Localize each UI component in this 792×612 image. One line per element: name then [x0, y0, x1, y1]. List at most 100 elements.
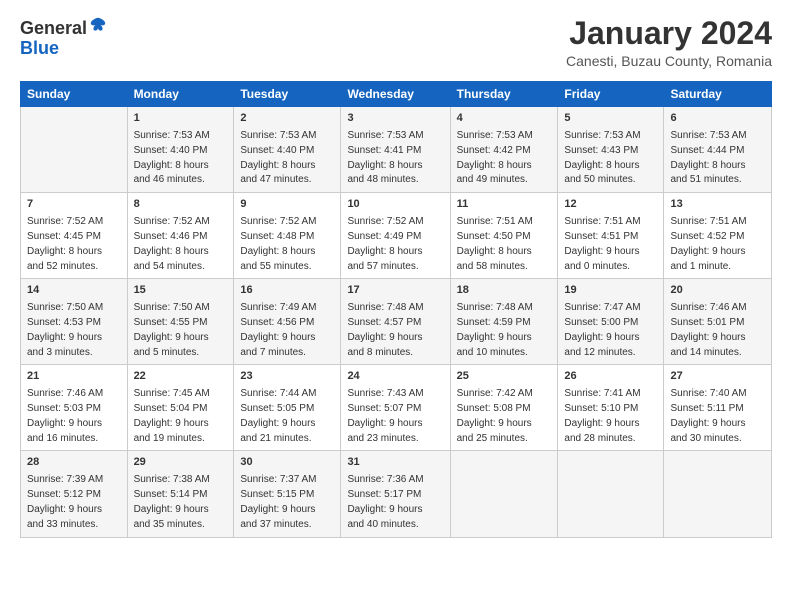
day-cell: 12Sunrise: 7:51 AM Sunset: 4:51 PM Dayli… [558, 193, 664, 279]
day-cell: 16 Sunrise: 7:49 AM Sunset: 4:56 PM Dayli… [234, 279, 341, 365]
day-cell: 21 Sunrise: 7:46 AM Sunset: 5:03 PM Dayli… [21, 365, 128, 451]
day-number: 29 [134, 455, 228, 471]
day-info: Sunrise: 7:45 AM Sunset: 5:04 PM Dayligh… [134, 388, 210, 443]
week-row-5: 28 Sunrise: 7:39 AM Sunset: 5:12 PM Dayli… [21, 451, 772, 537]
col-tuesday: Tuesday [234, 82, 341, 107]
day-info: Sunrise: 7:53 AM Sunset: 4:40 PM Dayligh… [134, 130, 210, 185]
day-number: 2 [240, 111, 334, 127]
day-number: 10 [347, 197, 443, 213]
day-info: Sunrise: 7:39 AM Sunset: 5:12 PM Dayligh… [27, 474, 103, 529]
day-number: 9 [240, 197, 334, 213]
header-row: Sunday Monday Tuesday Wednesday Thursday… [21, 82, 772, 107]
day-number: 4 [457, 111, 552, 127]
day-info: Sunrise: 7:51 AM Sunset: 4:50 PM Dayligh… [457, 216, 533, 271]
day-info: Sunrise: 7:48 AM Sunset: 4:57 PM Dayligh… [347, 302, 423, 357]
day-info: Sunrise: 7:36 AM Sunset: 5:17 PM Dayligh… [347, 474, 423, 529]
logo-bird-icon [89, 16, 107, 34]
day-cell: 26 Sunrise: 7:41 AM Sunset: 5:10 PM Dayli… [558, 365, 664, 451]
week-row-4: 21 Sunrise: 7:46 AM Sunset: 5:03 PM Dayli… [21, 365, 772, 451]
day-info: Sunrise: 7:37 AM Sunset: 5:15 PM Dayligh… [240, 474, 316, 529]
day-number: 20 [670, 283, 765, 299]
week-row-3: 14 Sunrise: 7:50 AM Sunset: 4:53 PM Dayli… [21, 279, 772, 365]
header: General Blue January 2024 Canesti, Buzau… [20, 16, 772, 69]
day-info: Sunrise: 7:44 AM Sunset: 5:05 PM Dayligh… [240, 388, 316, 443]
day-cell: 30 Sunrise: 7:37 AM Sunset: 5:15 PM Dayli… [234, 451, 341, 537]
day-info: Sunrise: 7:41 AM Sunset: 5:10 PM Dayligh… [564, 388, 640, 443]
day-cell: 2Sunrise: 7:53 AM Sunset: 4:40 PM Daylig… [234, 107, 341, 193]
col-wednesday: Wednesday [341, 82, 450, 107]
day-info: Sunrise: 7:51 AM Sunset: 4:51 PM Dayligh… [564, 216, 640, 271]
day-info: Sunrise: 7:46 AM Sunset: 5:03 PM Dayligh… [27, 388, 103, 443]
day-info: Sunrise: 7:53 AM Sunset: 4:41 PM Dayligh… [347, 130, 423, 185]
day-info: Sunrise: 7:52 AM Sunset: 4:48 PM Dayligh… [240, 216, 316, 271]
col-monday: Monday [127, 82, 234, 107]
day-number: 22 [134, 369, 228, 385]
day-cell: 19 Sunrise: 7:47 AM Sunset: 5:00 PM Dayli… [558, 279, 664, 365]
day-cell: 7 Sunrise: 7:52 AM Sunset: 4:45 PM Daylig… [21, 193, 128, 279]
day-number: 13 [670, 197, 765, 213]
week-row-2: 7 Sunrise: 7:52 AM Sunset: 4:45 PM Daylig… [21, 193, 772, 279]
day-number: 18 [457, 283, 552, 299]
day-cell: 25Sunrise: 7:42 AM Sunset: 5:08 PM Dayli… [450, 365, 558, 451]
logo: General Blue [20, 16, 107, 59]
day-info: Sunrise: 7:38 AM Sunset: 5:14 PM Dayligh… [134, 474, 210, 529]
day-number: 6 [670, 111, 765, 127]
day-cell: 14 Sunrise: 7:50 AM Sunset: 4:53 PM Dayli… [21, 279, 128, 365]
col-thursday: Thursday [450, 82, 558, 107]
day-number: 21 [27, 369, 121, 385]
day-cell: 5 Sunrise: 7:53 AM Sunset: 4:43 PM Daylig… [558, 107, 664, 193]
day-info: Sunrise: 7:42 AM Sunset: 5:08 PM Dayligh… [457, 388, 533, 443]
day-cell: 3Sunrise: 7:53 AM Sunset: 4:41 PM Daylig… [341, 107, 450, 193]
day-info: Sunrise: 7:50 AM Sunset: 4:53 PM Dayligh… [27, 302, 103, 357]
day-info: Sunrise: 7:46 AM Sunset: 5:01 PM Dayligh… [670, 302, 746, 357]
day-info: Sunrise: 7:50 AM Sunset: 4:55 PM Dayligh… [134, 302, 210, 357]
month-title: January 2024 [566, 16, 772, 51]
logo-text: General Blue [20, 16, 107, 59]
logo-blue: Blue [20, 38, 59, 58]
day-cell [21, 107, 128, 193]
day-number: 30 [240, 455, 334, 471]
day-cell: 18 Sunrise: 7:48 AM Sunset: 4:59 PM Dayli… [450, 279, 558, 365]
day-number: 17 [347, 283, 443, 299]
title-block: January 2024 Canesti, Buzau County, Roma… [566, 16, 772, 69]
day-number: 1 [134, 111, 228, 127]
day-number: 27 [670, 369, 765, 385]
page-container: General Blue January 2024 Canesti, Buzau… [0, 0, 792, 548]
day-info: Sunrise: 7:53 AM Sunset: 4:43 PM Dayligh… [564, 130, 640, 185]
calendar-body: 1 Sunrise: 7:53 AM Sunset: 4:40 PM Daylig… [21, 107, 772, 537]
day-info: Sunrise: 7:48 AM Sunset: 4:59 PM Dayligh… [457, 302, 533, 357]
day-info: Sunrise: 7:51 AM Sunset: 4:52 PM Dayligh… [670, 216, 746, 271]
day-number: 16 [240, 283, 334, 299]
day-number: 14 [27, 283, 121, 299]
day-info: Sunrise: 7:52 AM Sunset: 4:49 PM Dayligh… [347, 216, 423, 271]
col-saturday: Saturday [664, 82, 772, 107]
day-info: Sunrise: 7:49 AM Sunset: 4:56 PM Dayligh… [240, 302, 316, 357]
day-number: 26 [564, 369, 657, 385]
day-cell: 6 Sunrise: 7:53 AM Sunset: 4:44 PM Daylig… [664, 107, 772, 193]
day-cell: 15Sunrise: 7:50 AM Sunset: 4:55 PM Dayli… [127, 279, 234, 365]
col-friday: Friday [558, 82, 664, 107]
day-number: 11 [457, 197, 552, 213]
day-info: Sunrise: 7:40 AM Sunset: 5:11 PM Dayligh… [670, 388, 746, 443]
day-number: 8 [134, 197, 228, 213]
day-info: Sunrise: 7:47 AM Sunset: 5:00 PM Dayligh… [564, 302, 640, 357]
day-cell: 1 Sunrise: 7:53 AM Sunset: 4:40 PM Daylig… [127, 107, 234, 193]
col-sunday: Sunday [21, 82, 128, 107]
day-cell: 31Sunrise: 7:36 AM Sunset: 5:17 PM Dayli… [341, 451, 450, 537]
day-number: 19 [564, 283, 657, 299]
day-info: Sunrise: 7:52 AM Sunset: 4:46 PM Dayligh… [134, 216, 210, 271]
day-number: 28 [27, 455, 121, 471]
day-cell: 29 Sunrise: 7:38 AM Sunset: 5:14 PM Dayli… [127, 451, 234, 537]
day-number: 7 [27, 197, 121, 213]
logo-general: General [20, 18, 87, 38]
day-cell: 23Sunrise: 7:44 AM Sunset: 5:05 PM Dayli… [234, 365, 341, 451]
day-cell: 13 Sunrise: 7:51 AM Sunset: 4:52 PM Dayli… [664, 193, 772, 279]
day-number: 5 [564, 111, 657, 127]
day-number: 24 [347, 369, 443, 385]
location-subtitle: Canesti, Buzau County, Romania [566, 53, 772, 69]
day-cell: 17 Sunrise: 7:48 AM Sunset: 4:57 PM Dayli… [341, 279, 450, 365]
day-info: Sunrise: 7:43 AM Sunset: 5:07 PM Dayligh… [347, 388, 423, 443]
day-cell: 10 Sunrise: 7:52 AM Sunset: 4:49 PM Dayli… [341, 193, 450, 279]
day-info: Sunrise: 7:53 AM Sunset: 4:44 PM Dayligh… [670, 130, 746, 185]
day-info: Sunrise: 7:52 AM Sunset: 4:45 PM Dayligh… [27, 216, 103, 271]
